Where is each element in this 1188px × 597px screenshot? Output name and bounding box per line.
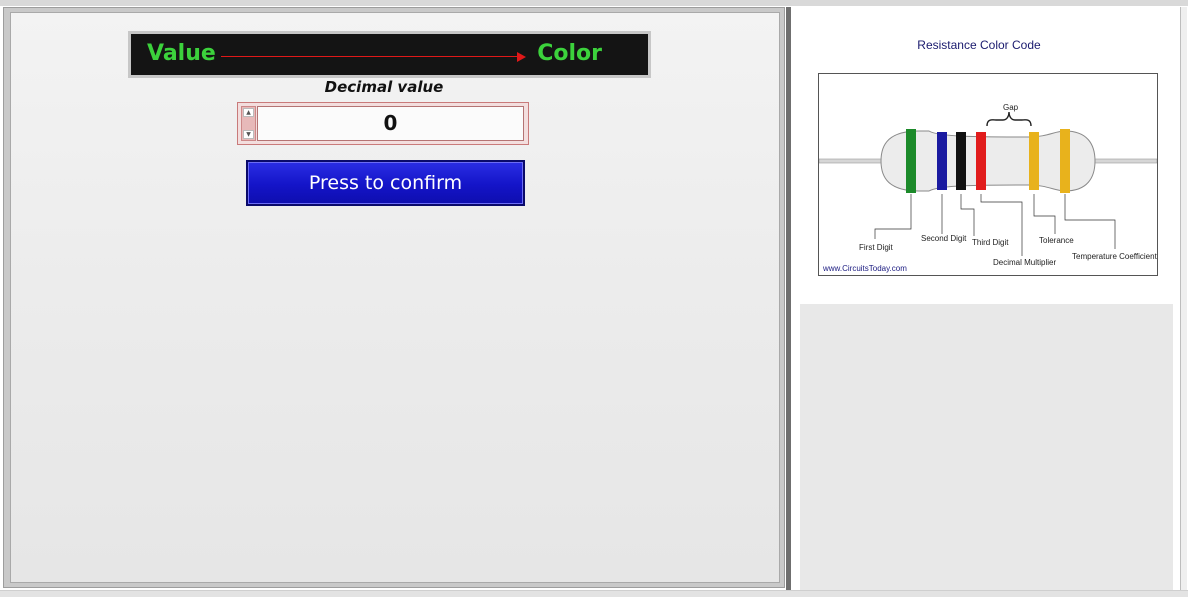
gap-brace xyxy=(986,111,1032,127)
decimal-value-label: Decimal value xyxy=(324,78,444,96)
arrow-head-icon xyxy=(517,52,526,62)
arrow-right-icon xyxy=(221,56,521,57)
label-first-digit: First Digit xyxy=(859,243,894,252)
right-lead xyxy=(1086,158,1157,164)
banner-color-text: Color xyxy=(537,41,602,66)
resistor-diagram: Gap First Digit Second Digit Third Digit… xyxy=(818,73,1158,276)
window-right-edge xyxy=(1180,7,1187,593)
reference-lower-area xyxy=(800,304,1173,591)
decimal-value-control: ▲ ▼ 0 xyxy=(237,102,529,145)
converter-panel xyxy=(10,12,780,583)
label-second-digit: Second Digit xyxy=(921,234,967,243)
band-third-digit xyxy=(956,132,966,190)
increment-arrow-icon[interactable]: ▲ xyxy=(243,108,254,117)
resistor-diagram-svg: Gap First Digit Second Digit Third Digit… xyxy=(819,103,1157,273)
label-temperature-coefficient: Temperature Coefficient xyxy=(1072,252,1157,261)
band-first-digit xyxy=(906,129,916,193)
label-decimal-multiplier: Decimal Multiplier xyxy=(993,258,1056,267)
value-to-color-banner: Value Color xyxy=(128,31,651,78)
label-tolerance: Tolerance xyxy=(1039,236,1074,245)
band-second-digit xyxy=(937,132,947,190)
band-tolerance xyxy=(1029,132,1039,190)
credit-text: www.CircuitsToday.com xyxy=(822,264,907,273)
reference-panel: Resistance Color Code Gap First Digit Se… xyxy=(791,7,1180,592)
reference-title: Resistance Color Code xyxy=(917,38,1041,52)
label-gap: Gap xyxy=(1003,103,1019,112)
increment-decrement-spinner: ▲ ▼ xyxy=(241,106,256,141)
band-temp-coefficient xyxy=(1060,129,1070,193)
left-lead xyxy=(819,158,890,164)
band-multiplier xyxy=(976,132,986,190)
press-to-confirm-button[interactable]: Press to confirm xyxy=(246,160,525,206)
decimal-value-input[interactable]: 0 xyxy=(257,106,524,141)
banner-value-text: Value xyxy=(147,41,216,66)
decrement-arrow-icon[interactable]: ▼ xyxy=(243,130,254,139)
label-third-digit: Third Digit xyxy=(972,238,1009,247)
window-top-strip xyxy=(0,0,1188,6)
